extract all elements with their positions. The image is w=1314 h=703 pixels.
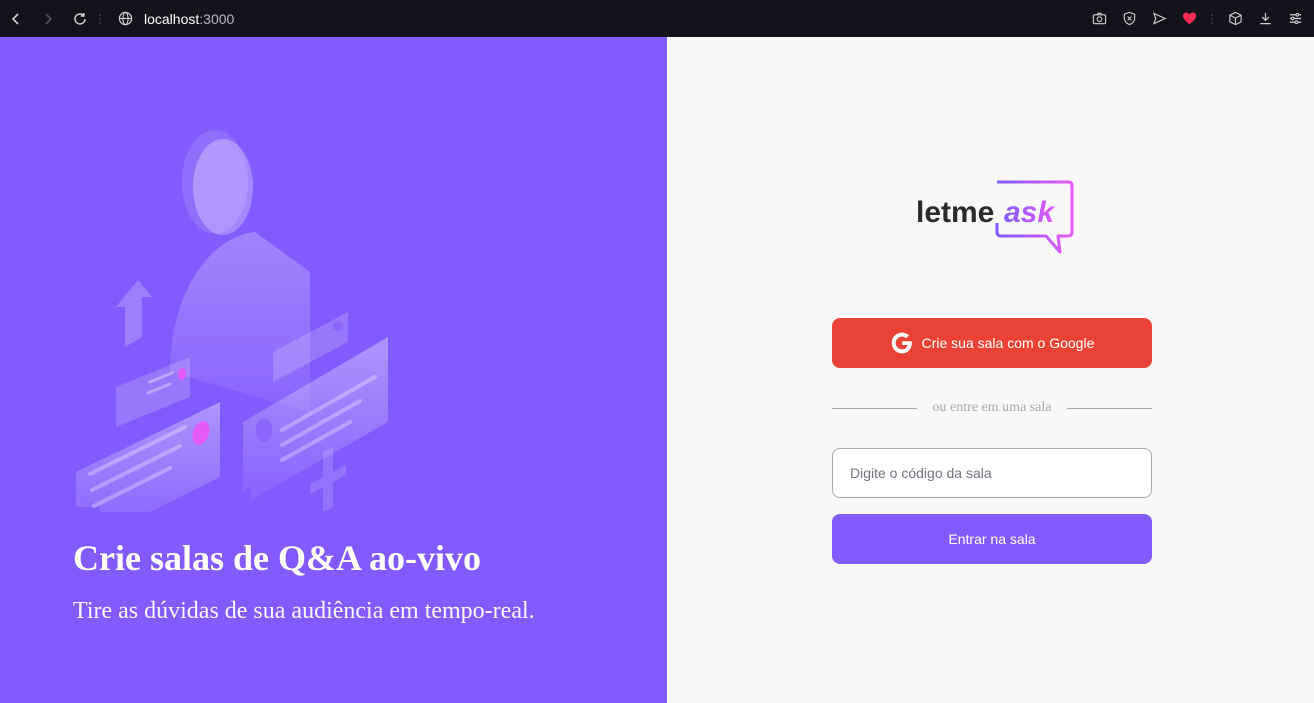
reload-icon[interactable] [64,0,96,37]
shield-block-icon[interactable] [1116,6,1142,32]
toolbar-separator: ⋮ [94,11,106,26]
forward-icon[interactable] [32,0,64,37]
separator-line [832,407,917,409]
enter-room-button[interactable]: Entrar na sala [832,514,1152,564]
separator-text: ou entre em uma sala [932,400,1052,415]
aside-subtitle: Tire as dúvidas de sua audiência em temp… [73,598,535,624]
separator: ou entre em uma sala [832,398,1153,418]
aside-title: Crie salas de Q&A ao-vivo [73,538,481,578]
google-icon [891,332,912,354]
room-code-input[interactable] [832,448,1152,498]
back-icon[interactable] [0,0,32,37]
menu-icon[interactable] [1282,6,1308,32]
site-info-icon[interactable] [110,11,140,26]
camera-icon[interactable] [1086,6,1112,32]
download-icon[interactable] [1252,6,1278,32]
url-port: :3000 [199,10,235,27]
create-room-google-button[interactable]: Crie sua sala com o Google [832,318,1152,368]
toolbar-tools: ⋮ [1086,6,1314,32]
heart-icon[interactable] [1176,6,1202,32]
send-icon[interactable] [1146,6,1172,32]
page: Crie salas de Q&A ao-vivo Tire as dúvida… [0,37,1314,703]
main-panel: letme ask Crie sua sala com o Google ou … [667,37,1314,703]
cube-icon[interactable] [1222,6,1248,32]
google-button-label: Crie sua sala com o Google [921,335,1095,351]
qa-illustration [76,130,388,512]
separator-line [1067,407,1153,409]
toolbar-separator: ⋮ [1206,11,1218,26]
url-host: localhost [144,10,200,27]
browser-toolbar: ⋮ localhost:3000 ⋮ [0,0,1314,37]
letmeask-logo: letme ask [916,180,1074,254]
address-bar[interactable]: localhost:3000 [144,11,1086,27]
enter-button-label: Entrar na sala [948,531,1036,547]
aside-panel: Crie salas de Q&A ao-vivo Tire as dúvida… [0,37,667,703]
svg-text:letme: letme [916,196,994,229]
svg-text:ask: ask [1004,196,1055,229]
